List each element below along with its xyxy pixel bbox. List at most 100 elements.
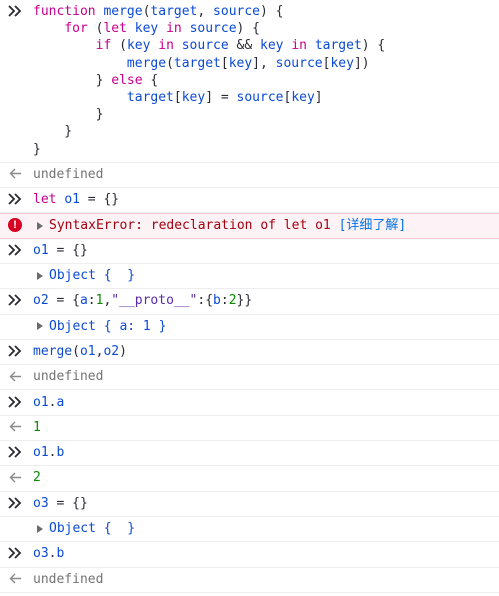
console-entry-text: Object { }	[37, 517, 135, 537]
code-token: = {}	[79, 192, 120, 208]
console-output-entry[interactable]: 1	[0, 416, 499, 442]
code-token: [	[220, 55, 229, 71]
code-token: (	[87, 21, 104, 37]
double-chevron-right-icon	[8, 193, 22, 205]
console-output-entry[interactable]: Object { a: 1 }	[0, 315, 499, 340]
console-entry-text: merge(o1,o2)	[33, 340, 127, 360]
code-token: key	[134, 21, 159, 37]
code-token: = {	[48, 293, 80, 309]
code-token: key	[291, 89, 315, 105]
return-arrow-left-icon	[9, 472, 21, 483]
console-input-entry[interactable]: o2 = {a:1,"__proto__":{b:2}}	[0, 289, 499, 315]
code-line: o2 = {a:1,"__proto__":{b:2}}	[33, 292, 252, 309]
expand-triangle-icon[interactable]	[37, 524, 43, 533]
code-token: in	[150, 38, 182, 54]
code-token: key	[181, 89, 206, 105]
console-output-entry[interactable]: undefined	[0, 568, 499, 593]
code-token: o1	[79, 343, 96, 359]
code-token: }}	[236, 293, 253, 309]
console-entry-text: o1 = {}	[33, 239, 88, 259]
console-output-entry[interactable]: undefined	[0, 163, 499, 189]
code-line: merge(o1,o2)	[33, 343, 127, 360]
gutter-icon-slot	[4, 365, 26, 387]
code-token: merge	[126, 55, 167, 71]
gutter-icon-slot	[4, 517, 26, 539]
console-entry-text: 1	[33, 416, 41, 436]
code-token: ] =	[205, 89, 237, 105]
web-console: function merge(target, source) { for ( le…	[0, 0, 499, 596]
console-input-entry[interactable]: let o1 = {}	[0, 188, 499, 214]
code-token: source	[189, 21, 237, 37]
code-token: }	[33, 124, 73, 140]
expand-triangle-icon[interactable]	[37, 322, 43, 331]
code-line: target[key] = source[key]	[33, 89, 385, 106]
code-token: ) {	[361, 38, 386, 54]
expand-triangle-icon[interactable]	[37, 271, 43, 280]
code-token: b	[56, 445, 65, 461]
code-token: target	[150, 4, 198, 19]
gutter-icon-slot	[4, 163, 26, 185]
code-token: else	[111, 72, 143, 88]
object-preview[interactable]: Object { a: 1 }	[49, 319, 166, 334]
code-token: o1	[33, 445, 49, 461]
gutter-icon-slot: !	[4, 214, 26, 236]
code-token: ])	[353, 55, 370, 71]
code-token: ],	[252, 55, 276, 71]
code-token: }	[33, 107, 104, 123]
code-token: &&	[228, 38, 261, 54]
code-token: target	[314, 38, 362, 54]
console-input-entry[interactable]: o1 = {}	[0, 239, 499, 264]
gutter-icon-slot	[4, 188, 26, 210]
double-chevron-right-icon	[8, 547, 22, 559]
code-token: (	[72, 343, 80, 359]
console-entry-text: o2 = {a:1,"__proto__":{b:2}}	[33, 289, 252, 309]
learn-more-link[interactable]: [详细了解]	[339, 218, 407, 233]
code-token: [	[173, 89, 182, 105]
code-token: b	[56, 546, 65, 562]
code-token: {	[142, 72, 159, 88]
double-chevron-right-icon	[8, 345, 22, 357]
return-arrow-left-icon	[9, 573, 21, 584]
console-entry-text: o3.b	[33, 542, 64, 562]
object-preview[interactable]: Object { }	[49, 268, 135, 283]
double-chevron-right-icon	[8, 244, 22, 256]
expand-triangle-icon[interactable]	[37, 221, 43, 230]
console-output-entry[interactable]: undefined	[0, 365, 499, 391]
console-output-entry[interactable]: Object { }	[0, 264, 499, 290]
console-error-entry[interactable]: ! SyntaxError: redeclaration of let o1 [详…	[0, 213, 499, 239]
code-token: o1	[64, 192, 80, 208]
code-line: function merge(target, source) {	[33, 3, 385, 20]
object-preview[interactable]: Object { }	[49, 521, 135, 536]
code-token: :	[87, 293, 96, 309]
console-entry-text: Object { a: 1 }	[37, 315, 166, 335]
code-token: )	[119, 343, 127, 359]
code-token: = {}	[48, 242, 88, 258]
console-entry-text: o1.b	[33, 441, 64, 461]
code-line: let o1 = {}	[33, 191, 119, 208]
console-input-entry[interactable]: o1.b	[0, 441, 499, 467]
code-token: for	[64, 21, 88, 37]
code-token: a	[56, 394, 65, 410]
code-token: o1	[33, 242, 49, 258]
console-input-entry[interactable]: o3 = {}	[0, 492, 499, 517]
console-output-entry[interactable]: Object { }	[0, 517, 499, 543]
code-line: }	[33, 123, 385, 140]
console-output-entry[interactable]: 2	[0, 466, 499, 492]
code-token: }	[33, 141, 41, 157]
console-input-entry[interactable]: merge(o1,o2)	[0, 340, 499, 366]
double-chevron-right-icon	[8, 294, 22, 306]
code-token: if	[95, 38, 112, 54]
code-token: (	[166, 55, 174, 71]
return-arrow-left-icon	[9, 168, 21, 179]
console-entry-text: Object { }	[37, 264, 135, 284]
code-token: let	[33, 192, 65, 208]
gutter-icon-slot	[4, 0, 26, 22]
code-token: merge	[103, 4, 143, 19]
console-input-entry[interactable]: o1.a	[0, 391, 499, 416]
console-entry-text: 2	[33, 466, 41, 486]
console-input-entry[interactable]: function merge(target, source) { for (le…	[0, 0, 499, 163]
result-undefined: undefined	[33, 166, 104, 182]
code-line: o1.b	[33, 444, 64, 461]
console-input-entry[interactable]: o3.b	[0, 542, 499, 568]
